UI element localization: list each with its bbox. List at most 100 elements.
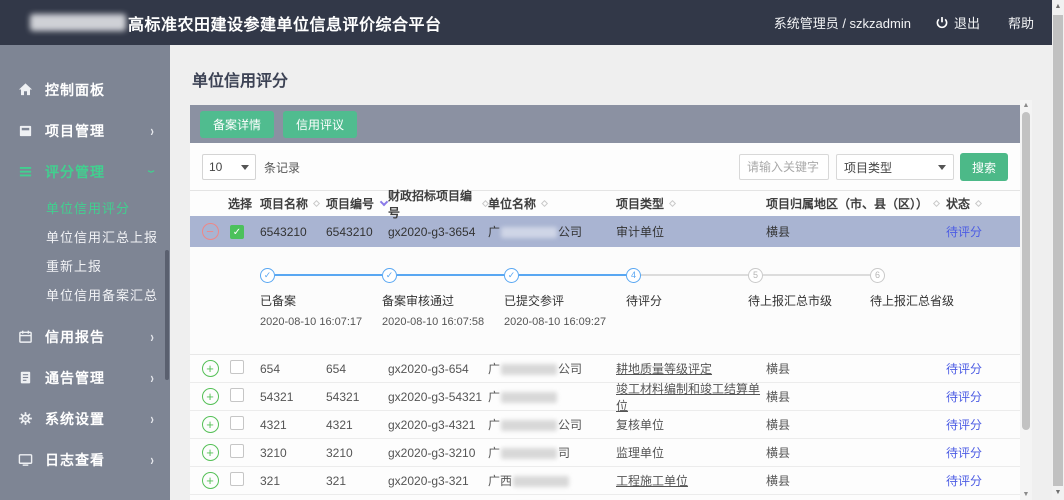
main-content: 单位信用评分 备案详情 信用评议 10 条记录 项目类型 搜索	[170, 45, 1052, 500]
filing-detail-button[interactable]: 备案详情	[200, 110, 275, 138]
topbar-right: 系统管理员 / szkzadmin 退出 帮助	[774, 13, 1052, 32]
timeline-step-label: 已提交参评	[504, 294, 565, 308]
caret-down-icon	[241, 164, 249, 170]
sidebar-item-system-settings[interactable]: 系统设置 ›	[0, 398, 170, 439]
credit-review-button[interactable]: 信用评议	[283, 110, 358, 138]
scroll-up-arrow[interactable]: ▲	[1020, 100, 1032, 111]
sort-icon[interactable]	[312, 199, 321, 208]
status-link[interactable]: 待评分	[946, 390, 982, 404]
chevron-right-icon: ›	[150, 121, 154, 140]
sort-icon[interactable]	[932, 199, 941, 208]
scrollbar-thumb[interactable]	[1053, 15, 1063, 486]
sort-icon[interactable]	[540, 199, 549, 208]
header-project-type[interactable]: 项目类型	[616, 195, 766, 212]
sidebar-item-score-management[interactable]: 评分管理 ›	[0, 151, 170, 192]
timeline-step-circle: ✓	[504, 267, 519, 283]
cell-project-type: 审计单位	[616, 225, 665, 239]
collapse-icon[interactable]: −	[201, 223, 219, 240]
expand-icon[interactable]: +	[201, 416, 219, 433]
timeline-step: ✓ 备案审核通过 2020-08-10 16:07:58	[382, 267, 504, 328]
header-unit-name[interactable]: 单位名称	[488, 195, 616, 212]
timeline-step-date: 2020-08-10 16:07:17	[260, 316, 363, 328]
project-icon	[17, 123, 33, 139]
search-controls: 项目类型 搜索	[738, 153, 1008, 181]
row-checkbox[interactable]	[230, 416, 244, 430]
help-button[interactable]: 帮助	[1008, 13, 1034, 32]
table-row[interactable]: + 4321 4321 gx2020-g3-4321 广公司 复核单位 横县 待…	[190, 411, 1022, 439]
progress-timeline: ✓ 已备案 2020-08-10 16:07:17 ✓ 备案审核通过 2020-…	[190, 247, 1022, 355]
sidebar-subitem-unit-credit-score[interactable]: 单位信用评分	[0, 194, 170, 223]
sidebar-subitem-unit-credit-summary-report[interactable]: 单位信用汇总上报	[0, 223, 170, 252]
timeline-step-circle: 5	[748, 267, 763, 283]
data-table: 选择 项目名称 项目编号 财政招标项目编号 单位名称 项目类型 项目归属地区（市…	[190, 187, 1022, 500]
scroll-up-arrow[interactable]: ▲	[1052, 0, 1064, 14]
expand-icon[interactable]: +	[201, 360, 219, 377]
page-size-select[interactable]: 10	[202, 154, 256, 180]
header-status[interactable]: 状态	[946, 195, 1022, 212]
sidebar-subitem-unit-credit-filing-summary[interactable]: 单位信用备案汇总	[0, 281, 170, 310]
status-link[interactable]: 待评分	[946, 362, 982, 376]
timeline-step-date	[626, 316, 748, 328]
redacted-text	[501, 448, 558, 460]
sidebar-item-project-management[interactable]: 项目管理 ›	[0, 110, 170, 151]
status-link[interactable]: 待评分	[946, 446, 982, 460]
header-bid-code[interactable]: 财政招标项目编号	[388, 187, 490, 221]
redacted-text	[501, 227, 558, 239]
cell-project-name: 4321	[260, 417, 287, 432]
row-checkbox[interactable]	[230, 444, 244, 458]
cell-project-code: 6543210	[326, 224, 373, 239]
sidebar-subitem-re-report[interactable]: 重新上报	[0, 252, 170, 281]
expand-icon[interactable]: +	[201, 444, 219, 461]
cell-bid-code: gx2020-g3-321	[388, 473, 469, 488]
expand-icon[interactable]: +	[201, 388, 219, 405]
header-region[interactable]: 项目归属地区（市、县（区））	[766, 195, 946, 212]
scroll-down-arrow[interactable]: ▼	[1052, 486, 1064, 500]
table-row[interactable]: + 54321 54321 gx2020-g3-54321 广 竣工材料编制和竣…	[190, 382, 1022, 413]
row-checkbox[interactable]	[230, 388, 244, 402]
row-checkbox-checked[interactable]: ✓	[230, 225, 244, 239]
row-checkbox[interactable]	[230, 360, 244, 374]
scrollbar-thumb[interactable]	[1022, 112, 1030, 430]
page-title: 单位信用评分	[192, 73, 289, 90]
table-row-selected[interactable]: − ✓ 6543210 6543210 gx2020-g3-3654 广公司 审…	[190, 216, 1022, 247]
logout-button[interactable]: 退出	[954, 13, 980, 32]
status-link[interactable]: 待评分	[946, 418, 982, 432]
cell-project-name: 654	[260, 361, 281, 376]
chevron-right-icon: ›	[150, 327, 154, 346]
menu-icon	[17, 164, 33, 180]
header-project-code[interactable]: 项目编号	[326, 195, 389, 212]
document-icon	[17, 370, 33, 386]
project-type-select[interactable]: 项目类型	[835, 154, 954, 180]
status-link[interactable]: 待评分	[946, 474, 982, 488]
sidebar-item-log-view[interactable]: 日志查看 ›	[0, 439, 170, 480]
header-project-name[interactable]: 项目名称	[260, 195, 326, 212]
sidebar-scrollbar-thumb[interactable]	[165, 250, 169, 380]
app-title: 高标准农田建设参建单位信息评价综合平台	[128, 16, 442, 34]
cell-project-code: 54321	[326, 389, 360, 404]
timeline-step-label: 待评分	[626, 294, 663, 308]
sort-icon[interactable]	[668, 199, 677, 208]
table-row[interactable]: + 1313 1313 gx2020-g3-1313 广西 勘察测绘单位 横县 …	[190, 495, 1022, 500]
timeline-step-label: 备案审核通过	[382, 294, 455, 308]
scroll-down-arrow[interactable]: ▼	[1020, 489, 1032, 500]
cell-project-type: 耕地质量等级评定	[616, 362, 713, 376]
cell-unit-name: 广公司	[488, 225, 583, 239]
cell-unit-name: 广西	[488, 472, 616, 489]
chevron-right-icon: ›	[150, 409, 154, 428]
keyword-input[interactable]	[738, 154, 829, 180]
table-row[interactable]: + 3210 3210 gx2020-g3-3210 广司 监理单位 横县 待评…	[190, 439, 1022, 467]
expand-icon[interactable]: +	[201, 472, 219, 489]
table-row[interactable]: + 654 654 gx2020-g3-654 广公司 耕地质量等级评定 横县 …	[190, 355, 1022, 383]
cell-project-type: 复核单位	[616, 418, 665, 432]
search-button[interactable]: 搜索	[959, 153, 1008, 181]
status-link[interactable]: 待评分	[946, 225, 982, 239]
row-checkbox[interactable]	[230, 472, 244, 486]
timeline-step-label: 待上报汇总市级	[748, 294, 833, 308]
sidebar-item-control-panel[interactable]: 控制面板	[0, 69, 170, 110]
table-row[interactable]: + 321 321 gx2020-g3-321 广西 工程施工单位 横县 待评分	[190, 467, 1022, 495]
sort-icon[interactable]	[974, 199, 983, 208]
timeline-connector	[641, 274, 748, 276]
sidebar-item-notice-management[interactable]: 通告管理 ›	[0, 357, 170, 398]
sort-active-icon[interactable]	[379, 197, 389, 207]
sidebar-item-credit-report[interactable]: 信用报告 ›	[0, 316, 170, 357]
